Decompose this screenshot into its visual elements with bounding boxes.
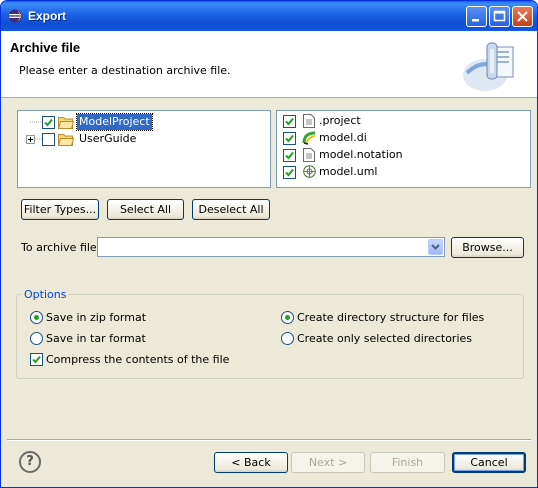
close-button[interactable] [512, 6, 533, 27]
tar-format-label[interactable]: Save in tar format [46, 332, 146, 345]
options-legend: Options [22, 288, 69, 301]
text-file-icon [303, 114, 315, 128]
tree-item-userguide[interactable]: UserGuide [22, 131, 262, 147]
checkmark-icon [285, 134, 294, 143]
zip-format-radio[interactable] [30, 311, 43, 324]
text-file-icon [303, 148, 315, 162]
list-item[interactable]: model.notation [283, 147, 523, 163]
export-dialog: Export Archive file Please enter a desti… [0, 0, 538, 488]
radio-selected-dot [285, 315, 290, 320]
file-checkbox[interactable] [283, 132, 296, 145]
file-list[interactable]: .project model.di model.notation model.u… [276, 110, 531, 188]
radio-selected-dot [34, 315, 39, 320]
tree-item-modelproject[interactable]: ModelProject [22, 113, 262, 131]
compress-label[interactable]: Compress the contents of the file [46, 353, 229, 366]
next-button[interactable]: Next > [291, 452, 365, 473]
wizard-banner: Archive file Please enter a destination … [1, 31, 537, 98]
zip-format-label[interactable]: Save in zip format [46, 311, 146, 324]
cancel-button[interactable]: Cancel [452, 452, 526, 473]
expand-toggle[interactable] [26, 135, 35, 144]
file-checkbox[interactable] [283, 115, 296, 128]
selected-dirs-radio[interactable] [281, 332, 294, 345]
back-button[interactable]: < Back [214, 452, 288, 473]
compress-checkbox[interactable] [30, 353, 43, 366]
open-folder-icon [58, 134, 74, 146]
window-title: Export [28, 9, 67, 23]
tar-format-radio[interactable] [30, 332, 43, 345]
file-checkbox[interactable] [283, 149, 296, 162]
chevron-down-icon [431, 244, 440, 250]
combo-dropdown-button[interactable] [428, 239, 443, 255]
page-description: Please enter a destination archive file. [19, 64, 231, 77]
checkmark-icon [32, 355, 41, 364]
diagram-file-icon [302, 131, 316, 145]
userguide-checkbox[interactable] [42, 133, 55, 146]
archive-file-label: To archive file: [21, 241, 101, 254]
selected-dirs-label[interactable]: Create only selected directories [297, 332, 472, 345]
filter-types-button[interactable]: Filter Types... [21, 199, 99, 220]
tree-item-label: ModelProject [76, 113, 153, 131]
list-item[interactable]: model.uml [283, 164, 523, 180]
uml-file-icon [303, 165, 316, 178]
footer-separator [7, 439, 531, 441]
dir-structure-label[interactable]: Create directory structure for files [297, 311, 484, 324]
file-checkbox[interactable] [283, 166, 296, 179]
plus-icon [28, 137, 33, 142]
checkmark-icon [285, 151, 294, 160]
list-item[interactable]: .project [283, 113, 523, 129]
checkmark-icon [44, 118, 53, 127]
minimize-icon [472, 19, 479, 22]
modelproject-checkbox[interactable] [42, 116, 55, 129]
page-title: Archive file [10, 40, 81, 55]
select-all-button[interactable]: Select All [107, 199, 184, 220]
file-label: model.uml [319, 165, 378, 178]
minimize-button[interactable] [466, 6, 487, 27]
archive-file-combo[interactable] [97, 237, 445, 257]
deselect-all-button[interactable]: Deselect All [192, 199, 270, 220]
list-item[interactable]: model.di [283, 130, 523, 146]
file-label: model.di [319, 131, 367, 144]
checkmark-icon [285, 117, 294, 126]
tree-item-label: UserGuide [79, 132, 137, 145]
browse-button[interactable]: Browse... [451, 237, 524, 258]
title-bar[interactable]: Export [1, 1, 537, 31]
open-folder-icon [58, 117, 74, 129]
finish-button[interactable]: Finish [370, 452, 445, 473]
dir-structure-radio[interactable] [281, 311, 294, 324]
maximize-button[interactable] [489, 6, 510, 27]
project-tree[interactable]: ModelProject UserGuide [17, 110, 271, 188]
file-label: .project [319, 114, 361, 127]
help-icon[interactable]: ? [19, 451, 41, 473]
export-archive-icon [463, 42, 514, 91]
file-label: model.notation [319, 148, 403, 161]
maximize-icon [493, 10, 506, 22]
checkmark-icon [285, 168, 294, 177]
close-icon [517, 11, 528, 22]
eclipse-app-icon [8, 9, 22, 23]
